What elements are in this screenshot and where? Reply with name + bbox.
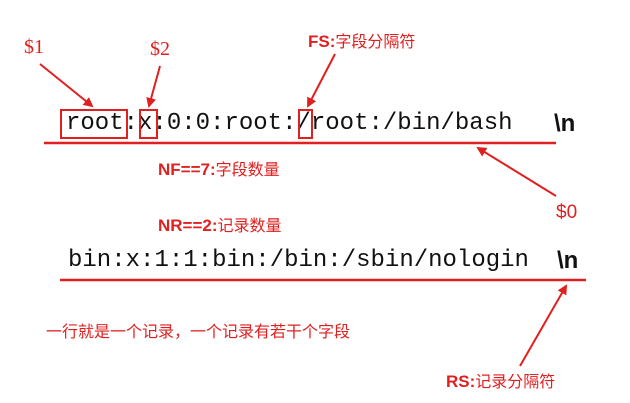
- field1-arrow: [39, 63, 94, 108]
- awk-record-field-diagram: $1 $2 FS:字段分隔符 NF==7:字段数量 NR==2:记录数量 $0 …: [0, 0, 630, 403]
- rs-arrow: [519, 284, 567, 367]
- annotation-overlay: [39, 53, 586, 367]
- field2-arrow: [146, 65, 161, 108]
- fs-arrow: [307, 53, 336, 108]
- record-ref-arrow: [476, 146, 557, 197]
